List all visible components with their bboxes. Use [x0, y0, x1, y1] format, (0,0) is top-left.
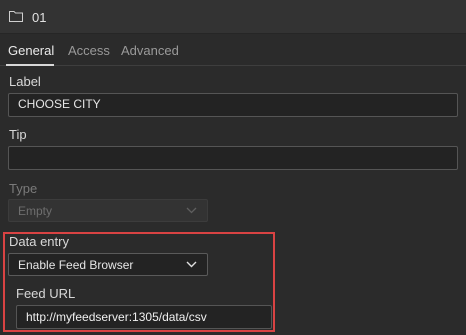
feed-url-field-label: Feed URL [16, 286, 76, 301]
chevron-down-icon [186, 207, 197, 214]
type-select: Empty [8, 199, 208, 222]
label-input[interactable]: CHOOSE CITY [8, 93, 458, 117]
data-entry-select-value: Enable Feed Browser [18, 258, 134, 272]
active-tab-indicator [6, 64, 54, 66]
tab-access[interactable]: Access [68, 43, 110, 58]
tab-general[interactable]: General [8, 43, 54, 58]
tip-input[interactable] [8, 146, 458, 170]
feed-url-input[interactable]: http://myfeedserver:1305/data/csv [16, 305, 272, 329]
data-entry-select[interactable]: Enable Feed Browser [8, 253, 208, 276]
folder-icon [9, 11, 23, 22]
tab-bar: General Access Advanced [0, 34, 466, 66]
label-field-label: Label [9, 74, 41, 89]
tab-advanced[interactable]: Advanced [121, 43, 179, 58]
type-field-label: Type [9, 181, 38, 196]
chevron-down-icon [186, 261, 197, 268]
data-entry-field-label: Data entry [9, 234, 69, 249]
type-select-value: Empty [18, 204, 53, 218]
panel-header: 01 [0, 0, 466, 34]
panel-title: 01 [32, 10, 47, 25]
tip-field-label: Tip [9, 127, 27, 142]
